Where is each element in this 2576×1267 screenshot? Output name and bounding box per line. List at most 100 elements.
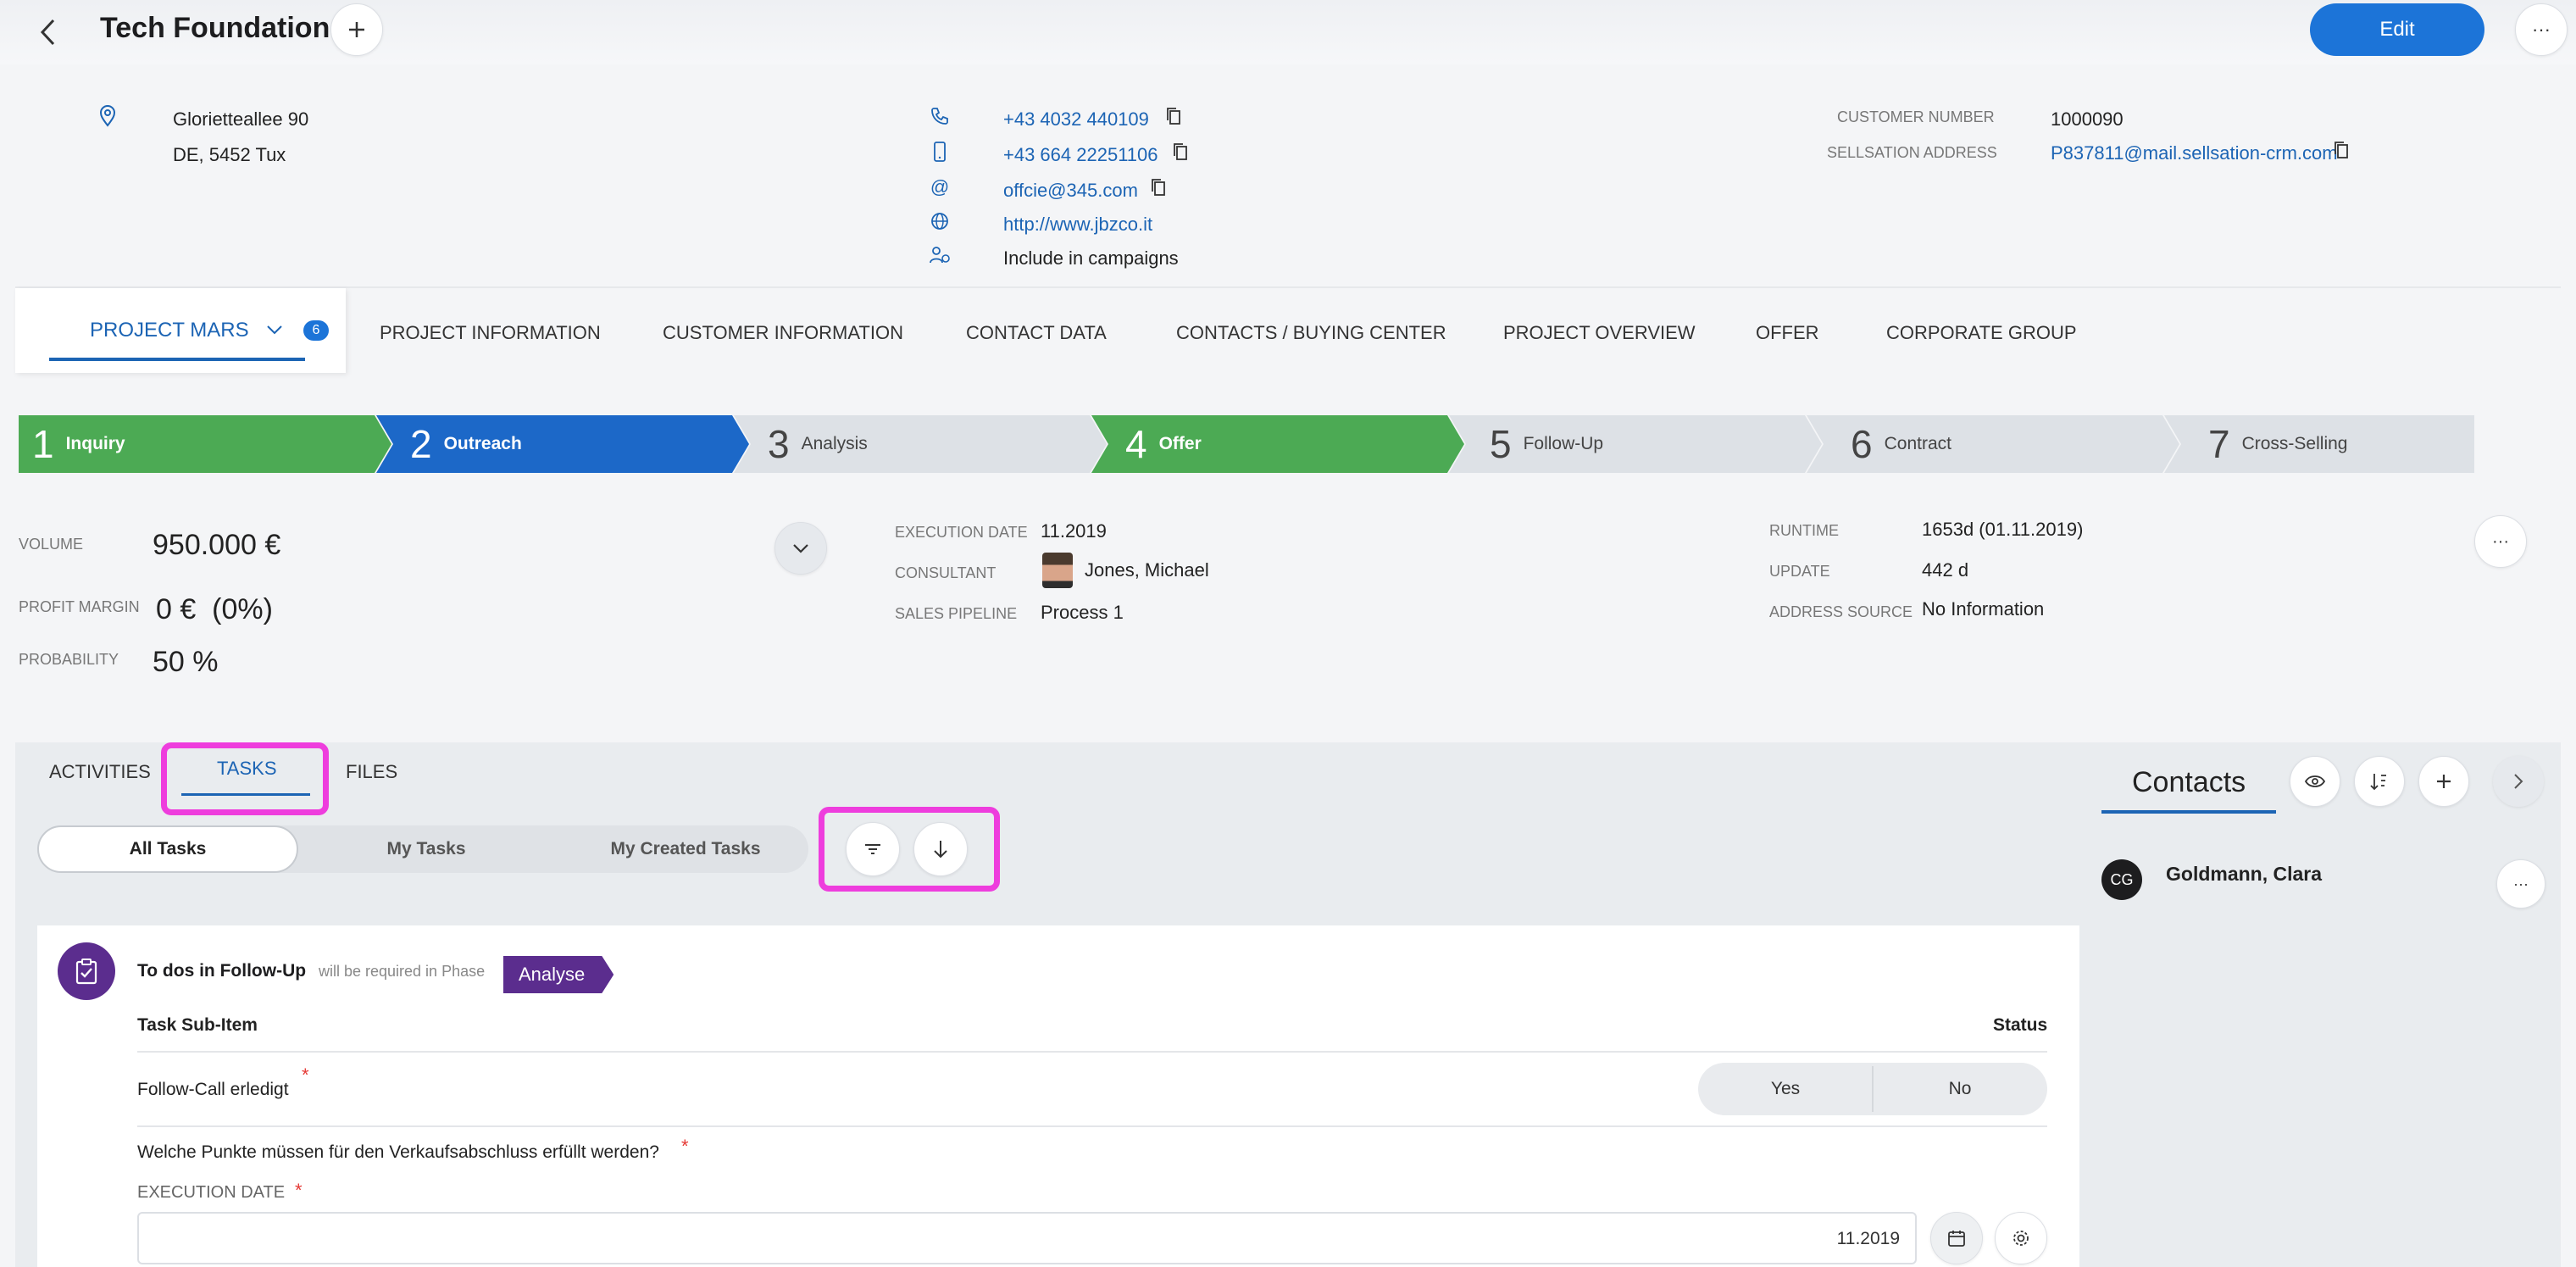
chevron-down-icon[interactable]: [266, 324, 283, 336]
address-line2: DE, 5452 Tux: [173, 144, 286, 165]
task-clipboard-icon: [58, 942, 115, 1000]
task-item-follow-call: Follow-Call erledigt: [137, 1080, 289, 1099]
tab-tasks[interactable]: TASKS: [217, 758, 277, 780]
add-contact-button[interactable]: [2418, 756, 2469, 807]
more-icon: ···: [2492, 531, 2509, 551]
more-icon: ···: [2513, 875, 2529, 892]
runtime-value: 1653d (01.11.2019): [1922, 519, 2084, 540]
contacts-underline: [2101, 810, 2276, 814]
stage-label: Contract: [1884, 434, 1951, 453]
plus-icon: [349, 22, 364, 37]
address-source-label: ADDRESS SOURCE: [1769, 603, 1913, 620]
filter-all-tasks[interactable]: All Tasks: [37, 825, 298, 873]
stage-number: 5: [1490, 422, 1512, 466]
divider: [137, 1125, 2047, 1127]
sort-button[interactable]: [2354, 756, 2405, 807]
nav-contact-data[interactable]: CONTACT DATA: [966, 322, 1107, 344]
arrow-down-icon: [934, 841, 947, 859]
chevron-left-icon: [40, 19, 55, 46]
stage-label: Follow-Up: [1523, 434, 1604, 453]
task-required-text: will be required in Phase: [319, 963, 486, 980]
filter-my-tasks[interactable]: My Tasks: [298, 825, 554, 873]
no-button[interactable]: No: [1873, 1063, 2047, 1115]
copy-icon[interactable]: [1163, 105, 1185, 127]
customer-number: 1000090: [2051, 108, 2124, 130]
update-label: UPDATE: [1769, 563, 1830, 580]
consultant-name[interactable]: Jones, Michael: [1085, 559, 1209, 581]
project-count-badge: 6: [303, 320, 329, 341]
stage-label: Outreach: [443, 434, 522, 453]
address-source-value: No Information: [1922, 598, 2045, 620]
more-button[interactable]: ···: [2515, 3, 2568, 56]
pipeline-stage-inquiry[interactable]: 1 Inquiry: [19, 415, 391, 473]
tab-files[interactable]: FILES: [346, 761, 397, 783]
add-button[interactable]: [330, 3, 383, 56]
website-link[interactable]: http://www.jbzco.it: [1003, 214, 1152, 236]
sellsation-address-link[interactable]: P837811@mail.sellsation-crm.com: [2051, 142, 2338, 164]
contact-more-button[interactable]: ···: [2496, 859, 2545, 909]
sort-direction-button[interactable]: [913, 822, 968, 876]
sort-icon: [2370, 774, 2386, 791]
task-item-question: Welche Punkte müssen für den Verkaufsabs…: [137, 1142, 659, 1162]
project-tab[interactable]: PROJECT MARS 6: [15, 288, 346, 373]
email-link[interactable]: offcie@345.com: [1003, 180, 1138, 202]
settings-button[interactable]: [1995, 1212, 2047, 1264]
pipeline-stage-contract[interactable]: 6 Contract: [1807, 415, 2179, 473]
stage-label: Inquiry: [65, 434, 125, 453]
next-button[interactable]: [2493, 756, 2544, 807]
nav-offer[interactable]: OFFER: [1756, 322, 1819, 344]
phone-link[interactable]: +43 4032 440109: [1003, 108, 1149, 131]
nav-corporate-group[interactable]: CORPORATE GROUP: [1886, 322, 2077, 344]
pipeline-stage-analysis[interactable]: 3 Analysis: [734, 415, 1107, 473]
calendar-icon: [1948, 1231, 1965, 1247]
contact-name[interactable]: Goldmann, Clara: [2166, 863, 2322, 886]
mobile-link[interactable]: +43 664 22251106: [1003, 144, 1158, 166]
stage-number: 4: [1125, 422, 1147, 466]
filter-my-created-tasks[interactable]: My Created Tasks: [554, 825, 817, 873]
profit-margin-label: PROFIT MARGIN: [19, 598, 140, 615]
nav-customer-information[interactable]: CUSTOMER INFORMATION: [663, 322, 903, 344]
section-nav: PROJECT MARS 6 PROJECT INFORMATION CUSTO…: [15, 286, 2561, 373]
globe-icon: [929, 210, 951, 232]
runtime-label: RUNTIME: [1769, 522, 1839, 539]
profit-margin-value: 0 € (0%): [156, 593, 273, 625]
probability-label: PROBABILITY: [19, 651, 119, 668]
probability-value: 50 %: [153, 646, 219, 678]
divider: [137, 1051, 2047, 1053]
stage-label: Cross-Selling: [2241, 434, 2348, 453]
calendar-button[interactable]: [1930, 1212, 1983, 1264]
col-status: Status: [1993, 1015, 2048, 1035]
yes-button[interactable]: Yes: [1698, 1063, 1873, 1115]
pipeline-stage-offer[interactable]: 4 Offer: [1091, 415, 1464, 473]
pipeline-stage-outreach[interactable]: 2 Outreach: [376, 415, 749, 473]
expand-summary-button[interactable]: [774, 522, 827, 575]
gear-icon: [2013, 1231, 2029, 1246]
execution-date-input[interactable]: 11.2019: [137, 1212, 1917, 1264]
stage-number: 6: [1851, 422, 1873, 466]
visibility-button[interactable]: [2290, 756, 2340, 807]
tab-activities[interactable]: ACTIVITIES: [49, 761, 151, 783]
nav-contacts-buying-center[interactable]: CONTACTS / BUYING CENTER: [1176, 322, 1446, 344]
tab-underline: [49, 358, 305, 361]
contacts-title: Contacts: [2132, 766, 2246, 798]
nav-project-overview[interactable]: PROJECT OVERVIEW: [1503, 322, 1696, 344]
mobile-icon: [929, 141, 951, 163]
nav-project-information[interactable]: PROJECT INFORMATION: [380, 322, 601, 344]
filter-button[interactable]: [846, 822, 900, 876]
execution-date-label: EXECUTION DATE: [895, 524, 1028, 541]
filter-icon: [865, 844, 880, 854]
pipeline-stage-follow-up[interactable]: 5 Follow-Up: [1449, 415, 1822, 473]
edit-button[interactable]: Edit: [2310, 3, 2484, 56]
copy-icon[interactable]: [1147, 176, 1169, 198]
pipeline-stage-cross-selling[interactable]: 7 Cross-Selling: [2164, 415, 2474, 473]
back-button[interactable]: [25, 10, 69, 54]
summary-more-button[interactable]: ···: [2474, 515, 2527, 568]
phase-badge: Analyse: [503, 956, 613, 993]
copy-icon[interactable]: [2330, 139, 2352, 161]
consultant-label: CONSULTANT: [895, 564, 997, 581]
required-asterisk: *: [681, 1136, 689, 1157]
sellsation-address-label: SELLSATION ADDRESS: [1827, 144, 1997, 161]
copy-icon[interactable]: [1169, 141, 1191, 163]
tab-underline: [181, 793, 310, 796]
execution-date-input-value: 11.2019: [1836, 1229, 1900, 1248]
